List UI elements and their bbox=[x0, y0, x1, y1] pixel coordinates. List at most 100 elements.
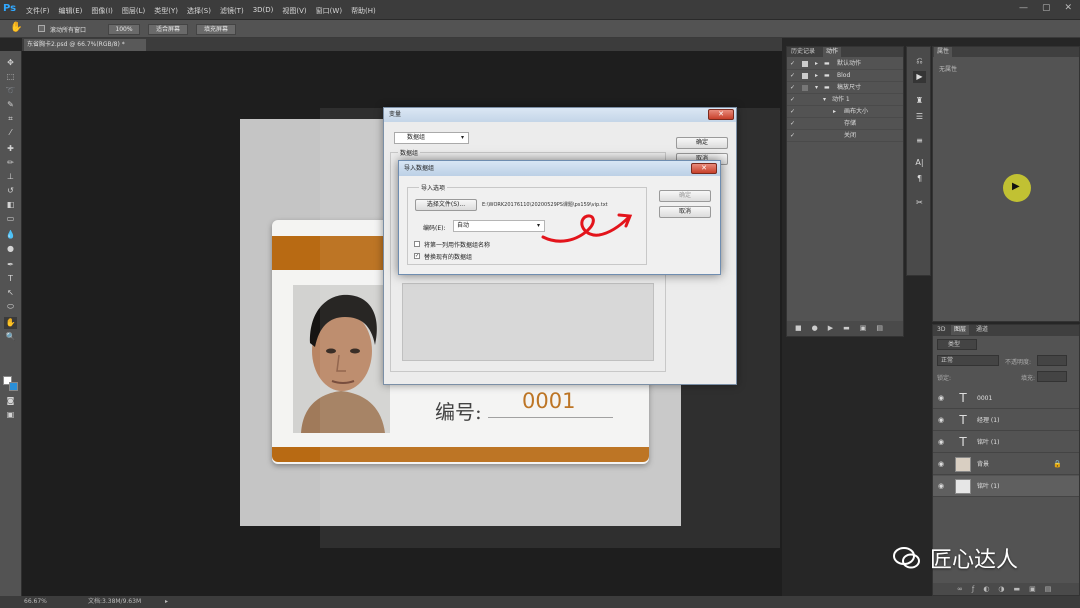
stop-icon[interactable]: ■ bbox=[795, 324, 812, 332]
first-column-checkbox[interactable] bbox=[414, 241, 420, 247]
fill-screen-button[interactable]: 填充屏幕 bbox=[196, 24, 236, 35]
zoom-level[interactable]: 66.67% bbox=[24, 596, 47, 608]
fx-icon[interactable]: ƒ bbox=[972, 585, 983, 593]
adjustment-icon[interactable]: ◑ bbox=[998, 585, 1013, 593]
mask-icon[interactable]: ◐ bbox=[983, 585, 998, 593]
tab-channels[interactable]: 通道 bbox=[973, 325, 991, 335]
menu-edit[interactable]: 编辑(E) bbox=[59, 6, 83, 16]
menu-view[interactable]: 视图(V) bbox=[282, 6, 306, 16]
layer-row[interactable]: ◉ T 铭叶 (1) bbox=[933, 432, 1079, 453]
quick-select-icon[interactable]: ✎ bbox=[4, 99, 17, 111]
eyedropper-icon[interactable]: ⁄ bbox=[4, 127, 17, 139]
quick-mask-icon[interactable]: ◙ bbox=[4, 395, 17, 407]
eraser-tool-icon[interactable]: ◧ bbox=[4, 199, 17, 211]
import-cancel-button[interactable]: 取消 bbox=[659, 206, 711, 218]
menu-help[interactable]: 帮助(H) bbox=[351, 6, 376, 16]
tab-3d[interactable]: 3D bbox=[934, 325, 948, 335]
zoom-tool-icon[interactable]: 🔍 bbox=[4, 331, 17, 343]
layer-row[interactable]: ◉ 铭叶 (1) bbox=[933, 476, 1079, 497]
action-row[interactable]: ✓ ▾ ▬ 稿放尺寸 bbox=[787, 82, 903, 94]
blur-tool-icon[interactable]: 💧 bbox=[4, 229, 17, 241]
tab-properties[interactable]: 属性 bbox=[934, 47, 953, 57]
background-color-swatch[interactable] bbox=[9, 382, 18, 391]
menu-filter[interactable]: 滤镜(T) bbox=[220, 6, 244, 16]
fill-input[interactable] bbox=[1037, 371, 1067, 382]
history-brush-icon[interactable]: ↺ bbox=[4, 185, 17, 197]
choose-file-button[interactable]: 选择文件(S)... bbox=[415, 199, 477, 211]
tab-history[interactable]: 历史记录 bbox=[788, 47, 818, 57]
variables-ok-button[interactable]: 确定 bbox=[676, 137, 728, 149]
import-ok-button[interactable]: 确定 bbox=[659, 190, 711, 202]
clone-stamp-icon[interactable]: ⊥ bbox=[4, 171, 17, 183]
healing-brush-icon[interactable]: ✚ bbox=[4, 143, 17, 155]
layer-row[interactable]: ◉ T 0001 bbox=[933, 388, 1079, 409]
new-set-icon[interactable]: ▬ bbox=[843, 324, 860, 332]
trash-icon[interactable]: ▤ bbox=[1045, 585, 1061, 593]
layer-row[interactable]: ◉ T 经理 (1) bbox=[933, 410, 1079, 431]
type-tool-icon[interactable]: T bbox=[4, 273, 17, 285]
character-icon[interactable]: A| bbox=[913, 157, 926, 169]
blend-mode-select[interactable]: 正常 bbox=[937, 355, 999, 366]
pen-tool-icon[interactable]: ✒ bbox=[4, 259, 17, 271]
lasso-tool-icon[interactable]: ➰ bbox=[4, 85, 17, 97]
action-row[interactable]: ✓ 关闭 bbox=[787, 130, 903, 142]
tab-actions[interactable]: 动作 bbox=[823, 47, 842, 57]
hand-tool-icon[interactable]: ✋ bbox=[4, 317, 17, 329]
action-row[interactable]: ✓ ▸ ▬ 默认动作 bbox=[787, 58, 903, 70]
action-row[interactable]: ✓ ▸ ▬ Blod bbox=[787, 70, 903, 82]
menu-3d[interactable]: 3D(D) bbox=[253, 6, 274, 16]
layer-filter-select[interactable]: 类型 bbox=[937, 339, 977, 350]
path-select-icon[interactable]: ↖ bbox=[4, 287, 17, 299]
document-tab[interactable]: 东省胸卡2.psd @ 66.7%(RGB/8) * bbox=[24, 39, 146, 51]
record-icon[interactable]: ● bbox=[812, 324, 828, 332]
replace-datasets-checkbox[interactable]: ✓ bbox=[414, 253, 420, 259]
minimize-icon[interactable]: — bbox=[1019, 3, 1028, 13]
link-icon[interactable]: ∞ bbox=[957, 585, 972, 593]
crop-tool-icon[interactable]: ⌗ bbox=[4, 113, 17, 125]
zoom-100-button[interactable]: 100% bbox=[108, 24, 140, 35]
encoding-select[interactable]: 自动 ▾ bbox=[453, 220, 545, 232]
layer-row[interactable]: ◉ 背景 🔒 bbox=[933, 454, 1079, 475]
shape-tool-icon[interactable]: ⬭ bbox=[4, 301, 17, 313]
delete-icon[interactable]: ▤ bbox=[876, 324, 893, 332]
new-layer-icon[interactable]: ▣ bbox=[1029, 585, 1045, 593]
import-close-button[interactable]: ✕ bbox=[691, 163, 717, 174]
new-action-icon[interactable]: ▣ bbox=[860, 324, 877, 332]
history-panel-icon[interactable]: ⎌ bbox=[913, 55, 926, 67]
visibility-eye-icon[interactable]: ◉ bbox=[938, 476, 944, 497]
marquee-tool-icon[interactable]: ⬚ bbox=[4, 71, 17, 83]
paragraph-style-icon[interactable]: ≡ bbox=[913, 135, 926, 147]
menu-type[interactable]: 类型(Y) bbox=[154, 6, 178, 16]
properties-icon[interactable]: ☰ bbox=[913, 111, 926, 123]
visibility-eye-icon[interactable]: ◉ bbox=[938, 432, 944, 453]
move-tool-icon[interactable]: ✥ bbox=[4, 57, 17, 69]
visibility-eye-icon[interactable]: ◉ bbox=[938, 388, 944, 409]
group-icon[interactable]: ▬ bbox=[1014, 585, 1030, 593]
actions-panel-icon[interactable]: ▶ bbox=[913, 71, 926, 83]
action-row[interactable]: ✓ ▸ 画布大小 bbox=[787, 106, 903, 118]
close-icon[interactable]: ✕ bbox=[1064, 3, 1072, 13]
screen-mode-icon[interactable]: ▣ bbox=[4, 409, 17, 421]
status-menu-arrow-icon[interactable]: ▸ bbox=[165, 596, 168, 608]
menu-layer[interactable]: 图层(L) bbox=[122, 6, 145, 16]
gradient-tool-icon[interactable]: ▭ bbox=[4, 213, 17, 225]
brush-tool-icon[interactable]: ✏ bbox=[4, 157, 17, 169]
adjustments-icon[interactable]: ♜ bbox=[913, 95, 926, 107]
visibility-eye-icon[interactable]: ◉ bbox=[938, 454, 944, 475]
visibility-eye-icon[interactable]: ◉ bbox=[938, 410, 944, 431]
menu-file[interactable]: 文件(F) bbox=[26, 6, 50, 16]
menu-select[interactable]: 选择(S) bbox=[187, 6, 211, 16]
action-row[interactable]: ✓ 存储 bbox=[787, 118, 903, 130]
play-icon[interactable]: ▶ bbox=[828, 324, 843, 332]
hand-tool-icon[interactable]: ✋ bbox=[10, 22, 22, 33]
opacity-input[interactable] bbox=[1037, 355, 1067, 366]
variables-close-button[interactable]: ✕ bbox=[708, 109, 734, 120]
tab-layers[interactable]: 图层 bbox=[951, 325, 970, 335]
menu-window[interactable]: 窗口(W) bbox=[316, 6, 342, 16]
scroll-all-checkbox[interactable] bbox=[38, 25, 45, 32]
action-row[interactable]: ✓ ▾ 动作 1 bbox=[787, 94, 903, 106]
menu-image[interactable]: 图像(I) bbox=[91, 6, 113, 16]
maximize-icon[interactable]: ▢ bbox=[1042, 3, 1051, 13]
tool-presets-icon[interactable]: ✂ bbox=[913, 197, 926, 209]
variables-mode-dropdown[interactable]: 数据组 ▾ bbox=[394, 132, 469, 144]
